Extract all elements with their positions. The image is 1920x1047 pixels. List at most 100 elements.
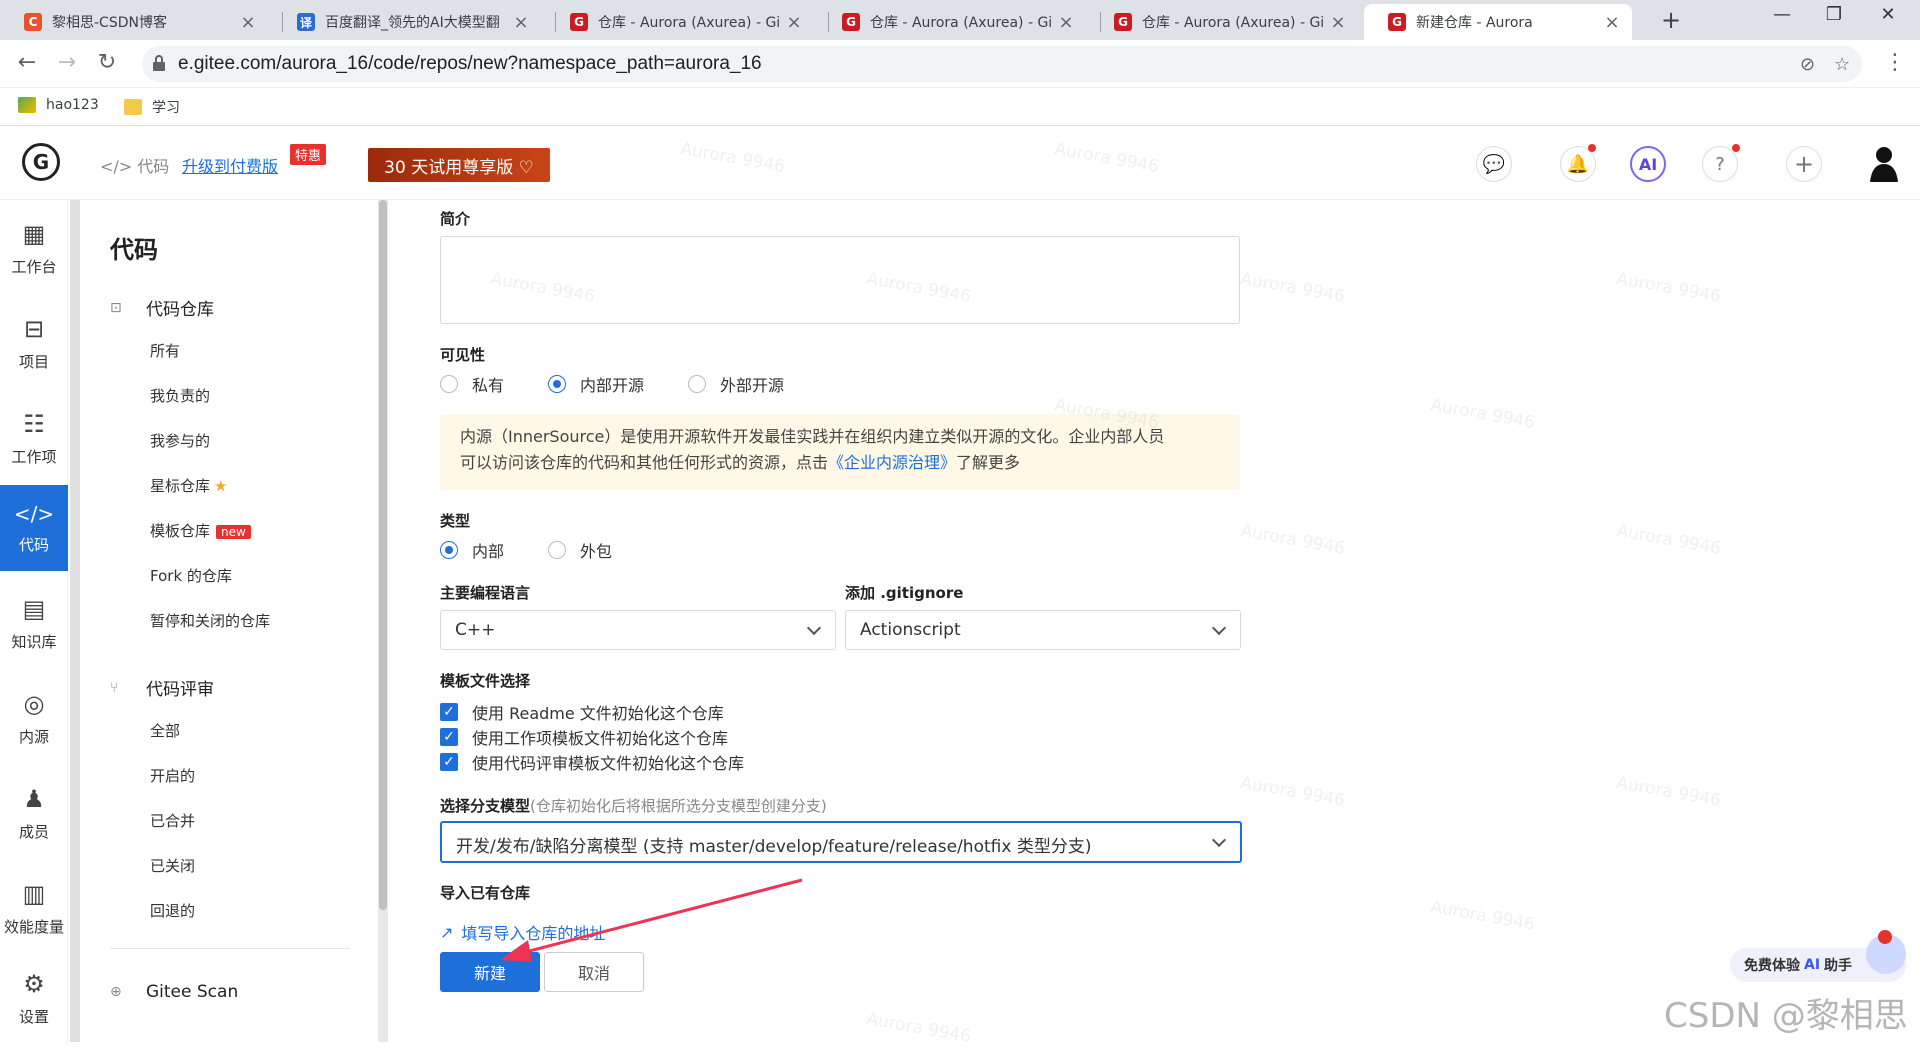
sidebar-divider <box>110 948 350 949</box>
rail-item-workbench[interactable]: ▦ 工作台 <box>0 205 68 291</box>
maximize-icon[interactable]: ❐ <box>1814 4 1854 25</box>
reload-icon[interactable]: ↻ <box>92 50 122 75</box>
browser-tab-5[interactable]: G 仓库 - Aurora (Axurea) - Gi × <box>1090 4 1358 40</box>
star-icon: ★ <box>214 477 228 495</box>
sidebar-scrollbar[interactable] <box>70 200 80 1042</box>
sidebar-section-repos[interactable]: ⊡ 代码仓库 <box>110 295 214 321</box>
sidebar-section-reviews[interactable]: ⑂ 代码评审 <box>110 675 214 701</box>
type-label: 类型 <box>440 512 471 530</box>
browser-tab-1[interactable]: C 黎相思-CSDN博客 × <box>0 4 268 40</box>
checkbox-readme[interactable]: ✓ 使用 Readme 文件初始化这个仓库 <box>440 700 724 724</box>
forward-icon[interactable]: → <box>52 50 82 75</box>
sidebar-section-gitee-scan[interactable]: ⊕ Gitee Scan <box>110 982 238 1002</box>
trial-button[interactable]: 30 天试用尊享版 ♡ <box>368 148 550 182</box>
import-repo-link[interactable]: ↗ 填写导入仓库的地址 <box>440 920 605 944</box>
browser-menu-icon[interactable]: ⋮ <box>1880 50 1910 75</box>
radio-internal[interactable] <box>440 541 458 559</box>
chevron-down-icon <box>1211 620 1227 636</box>
rail-item-work-items[interactable]: ☷ 工作项 <box>0 395 68 481</box>
discount-badge: 特惠 <box>290 144 327 165</box>
metrics-chart-icon: ▥ <box>22 879 46 908</box>
new-repo-form: 简介 可见性 私有 内部开源 外部开源 内源（InnerSource）是使用开源… <box>388 200 1920 1042</box>
rail-item-projects[interactable]: ⊟ 项目 <box>0 300 68 386</box>
user-avatar[interactable] <box>1868 144 1900 182</box>
tab-close-icon[interactable]: × <box>1056 12 1076 33</box>
chat-icon[interactable]: 💬 <box>1476 146 1512 182</box>
radio-outsourced[interactable] <box>548 541 567 559</box>
language-select[interactable]: C++ <box>440 610 836 650</box>
tab-title: 仓库 - Aurora (Axurea) - Gi <box>870 15 1053 31</box>
bookmarks-bar: hao123 学习 <box>0 88 1920 126</box>
header-code-breadcrumb[interactable]: </> 代码 <box>100 153 169 177</box>
minimize-icon[interactable]: — <box>1762 4 1802 25</box>
bookmark-star-icon[interactable]: ☆ <box>1834 54 1850 75</box>
scrollbar-thumb[interactable] <box>379 200 387 910</box>
upgrade-link[interactable]: 升级到付费版 <box>182 153 278 177</box>
checkbox-checked-icon[interactable]: ✓ <box>440 703 458 721</box>
rail-item-knowledge[interactable]: ▤ 知识库 <box>0 580 68 666</box>
code-icon: </> <box>100 157 138 176</box>
radio-private[interactable] <box>440 375 458 393</box>
chevron-down-icon <box>806 620 822 636</box>
code-icon: </> <box>13 501 55 526</box>
tab-close-icon[interactable]: × <box>784 12 804 33</box>
radio-internal-open[interactable] <box>548 375 567 393</box>
tab-close-icon[interactable]: × <box>238 12 258 33</box>
radio-public-open[interactable] <box>688 375 707 393</box>
ai-assistant-icon[interactable]: AI <box>1630 146 1666 182</box>
tab-title: 百度翻译_领先的AI大模型翻 <box>325 15 500 31</box>
create-button[interactable]: 新建 <box>440 952 540 992</box>
ai-robot-icon[interactable] <box>1866 930 1906 974</box>
notification-dot <box>1588 144 1596 152</box>
checkbox-checked-icon[interactable]: ✓ <box>440 728 458 746</box>
tab-title: 仓库 - Aurora (Axurea) - Gi <box>1142 15 1325 31</box>
tab-close-icon[interactable]: × <box>1602 12 1622 33</box>
visibility-radio-group: 私有 内部开源 外部开源 <box>440 372 784 396</box>
sidebar-inner-scrollbar[interactable] <box>378 200 388 1042</box>
browser-tab-4[interactable]: G 仓库 - Aurora (Axurea) - Gi × <box>818 4 1086 40</box>
edit-link-icon: ↗ <box>440 922 454 942</box>
visibility-label: 可见性 <box>440 346 486 364</box>
back-icon[interactable]: ← <box>12 50 42 75</box>
bookmark-folder-study[interactable]: 学习 <box>124 97 180 117</box>
url-field[interactable]: e.gitee.com/aurora_16/code/repos/new?nam… <box>142 46 1862 82</box>
app-header: G </> 代码 升级到付费版 特惠 30 天试用尊享版 ♡ 💬 🔔 AI ? … <box>0 126 1920 200</box>
gitee-favicon-icon: G <box>842 13 860 31</box>
tab-close-icon[interactable]: × <box>511 12 531 33</box>
rail-item-metrics[interactable]: ▥ 效能度量 <box>0 865 68 951</box>
csdn-favicon-icon: C <box>24 13 42 31</box>
help-icon[interactable]: ? <box>1702 146 1738 182</box>
rail-item-settings[interactable]: ⚙ 设置 <box>0 955 68 1041</box>
csdn-watermark: CSDN @黎相思 <box>1664 996 1908 1036</box>
close-window-icon[interactable]: ✕ <box>1868 4 1908 25</box>
browser-tab-3[interactable]: G 仓库 - Aurora (Axurea) - Gi × <box>546 4 814 40</box>
gitignore-label: 添加 .gitignore <box>845 584 964 602</box>
intro-label: 简介 <box>440 210 471 228</box>
checkbox-checked-icon[interactable]: ✓ <box>440 753 458 771</box>
eye-off-icon[interactable]: ⊘ <box>1800 54 1815 75</box>
new-tab-icon[interactable]: + <box>1656 6 1686 34</box>
url-text: e.gitee.com/aurora_16/code/repos/new?nam… <box>178 53 762 74</box>
checkbox-work-item-template[interactable]: ✓ 使用工作项模板文件初始化这个仓库 <box>440 725 728 749</box>
branch-model-select[interactable]: 开发/发布/缺陷分离模型 (支持 master/develop/feature/… <box>440 821 1242 863</box>
gear-icon: ⚙ <box>23 969 45 998</box>
browser-tab-active[interactable]: G 新建仓库 - Aurora × <box>1364 4 1632 40</box>
code-sidebar: 代码 ⊡ 代码仓库 所有 1 我负责的 1 我参与的 1 星标仓库★ 0 模板仓… <box>80 200 427 1042</box>
tab-close-icon[interactable]: × <box>1328 12 1348 33</box>
folder-icon <box>124 99 142 115</box>
gitignore-select[interactable]: Actionscript <box>845 610 1241 650</box>
rail-item-innersource[interactable]: ◎ 内源 <box>0 675 68 761</box>
bookmark-hao123[interactable]: hao123 <box>18 97 99 113</box>
rail-item-members[interactable]: ♟ 成员 <box>0 770 68 856</box>
import-label: 导入已有仓库 <box>440 884 531 902</box>
tab-title: 新建仓库 - Aurora <box>1416 15 1533 31</box>
checkbox-review-template[interactable]: ✓ 使用代码评审模板文件初始化这个仓库 <box>440 750 744 774</box>
innersource-governance-link[interactable]: 《企业内源治理》 <box>828 453 956 472</box>
add-icon[interactable]: + <box>1786 146 1822 182</box>
rail-item-code[interactable]: </> 代码 <box>0 485 68 571</box>
repo-icon: ⊡ <box>110 299 122 316</box>
project-icon: ⊟ <box>23 314 45 343</box>
browser-tab-2[interactable]: 译 百度翻译_领先的AI大模型翻 × <box>273 4 541 40</box>
cancel-button[interactable]: 取消 <box>544 952 644 992</box>
gitee-logo-icon[interactable]: G <box>22 143 60 181</box>
